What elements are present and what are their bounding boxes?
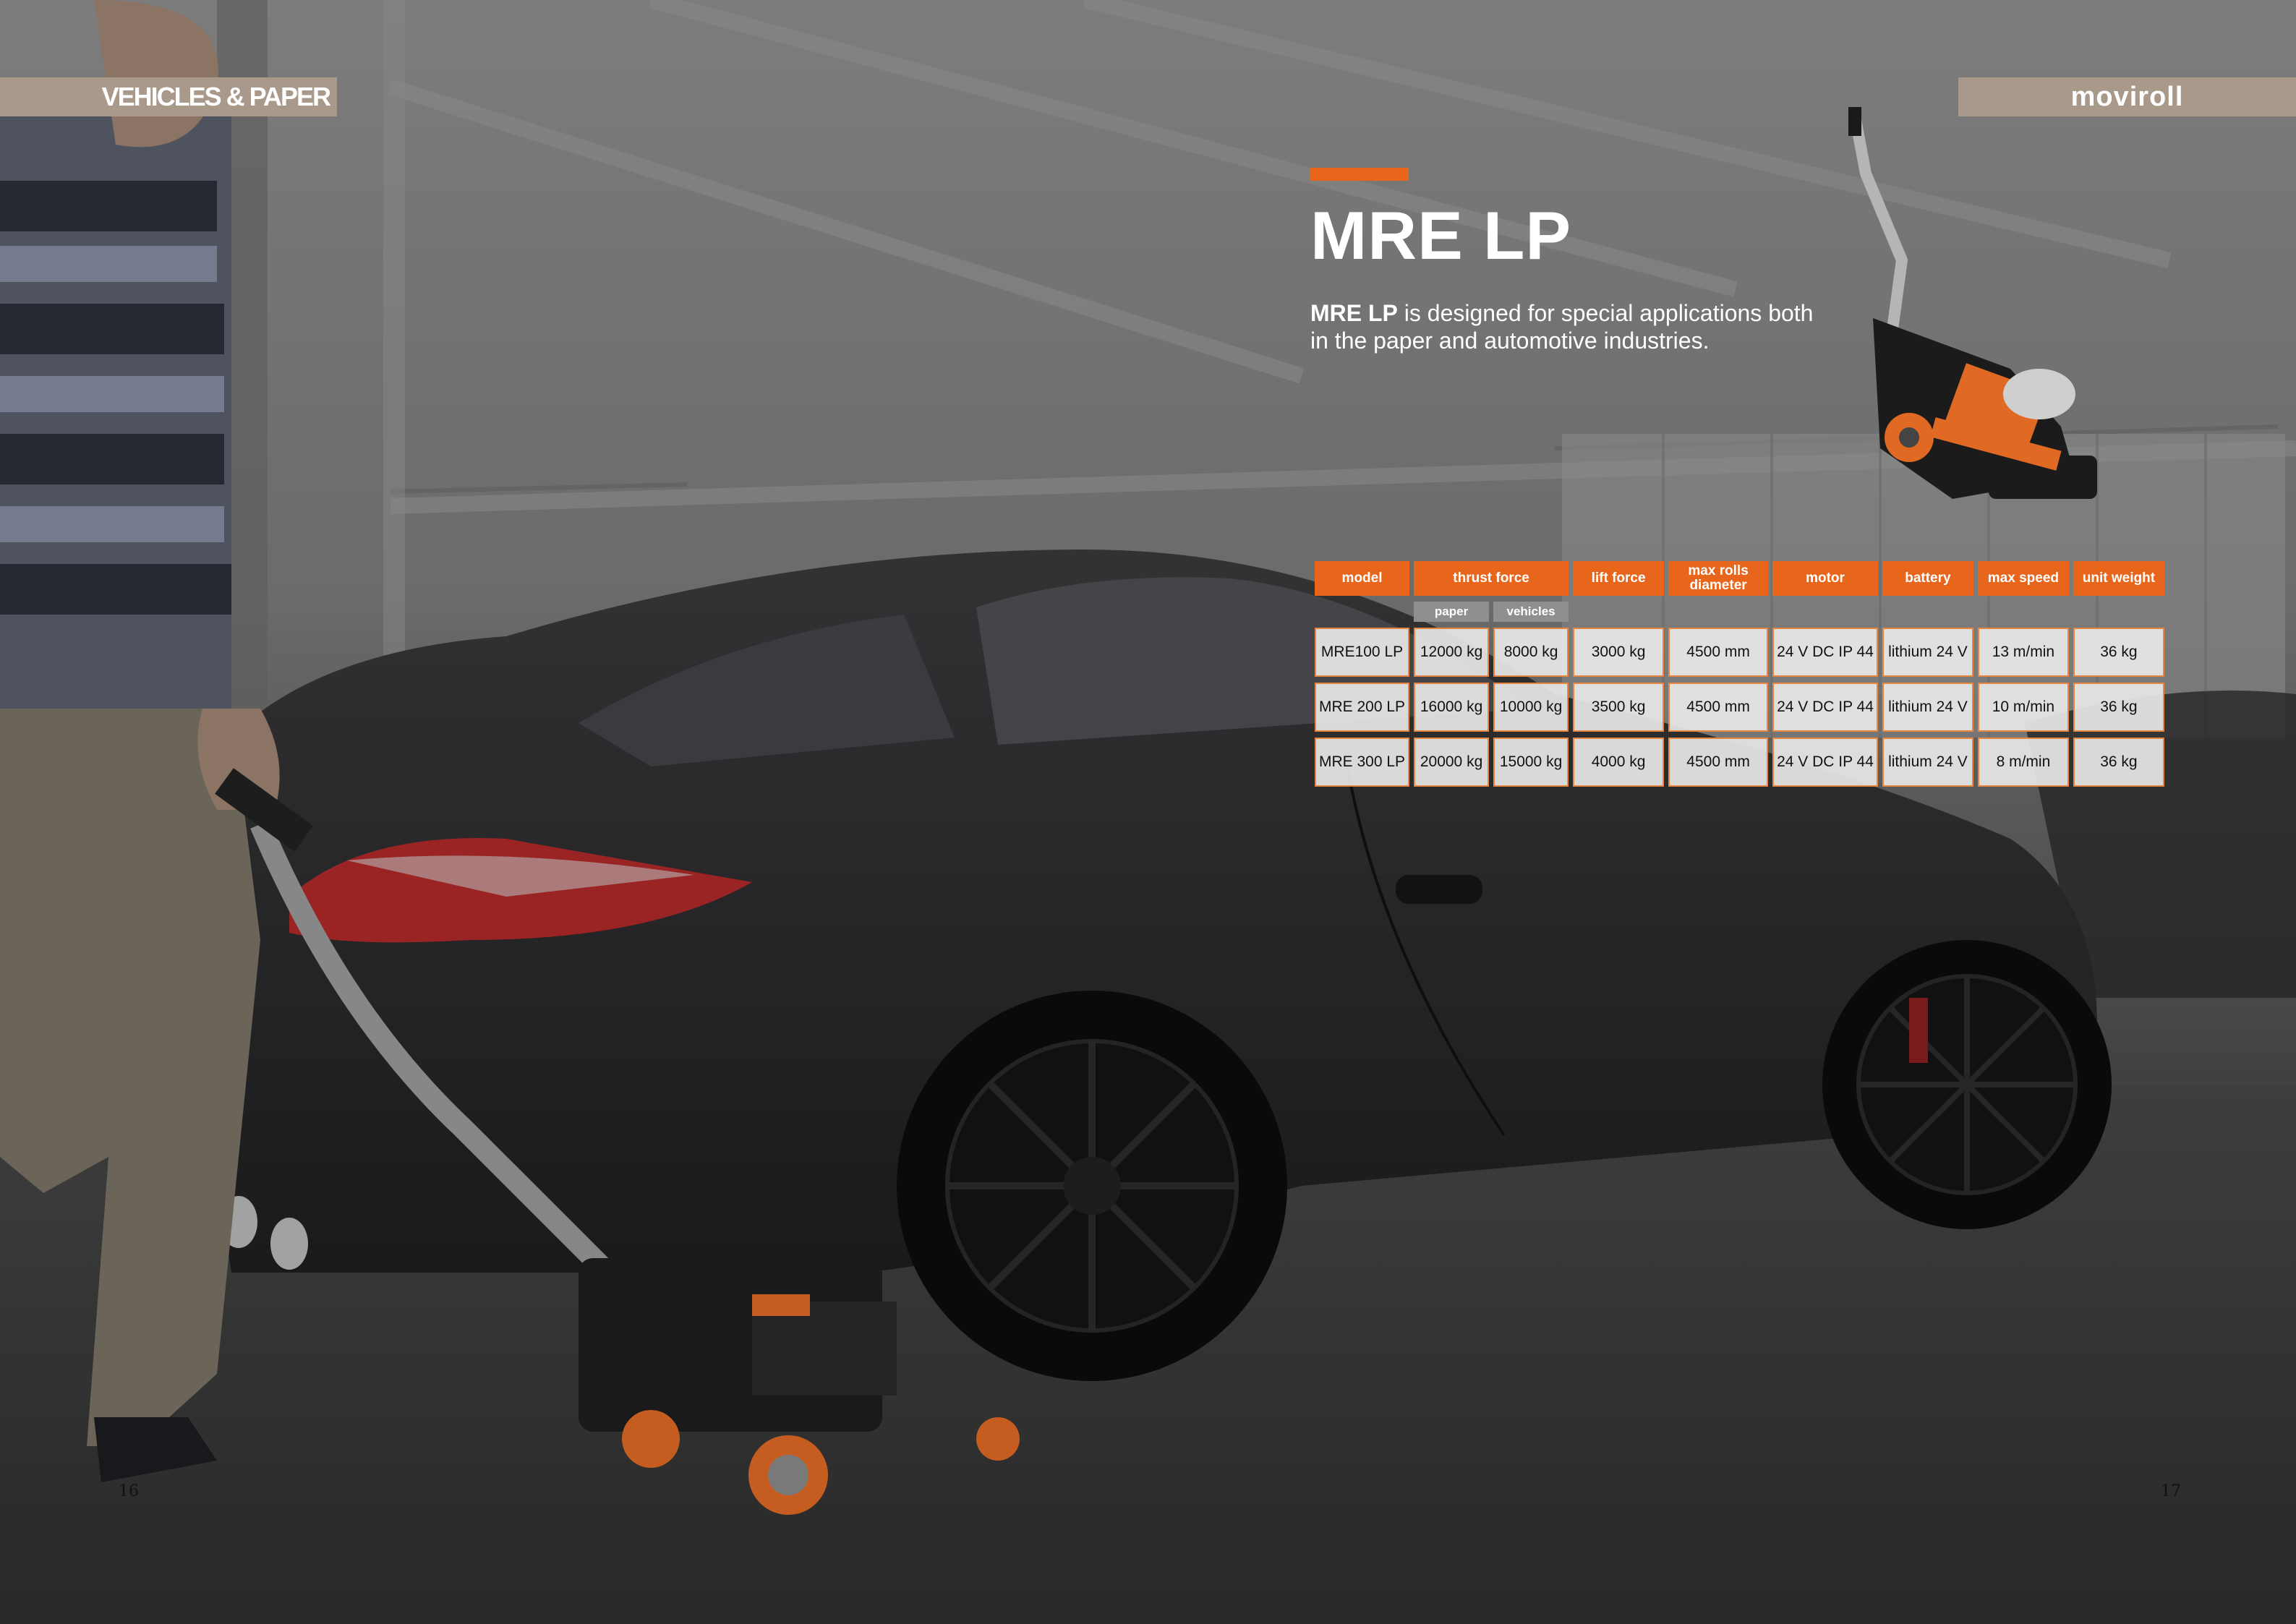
col-header: motor bbox=[1772, 561, 1878, 596]
table-cell: 12000 kg bbox=[1414, 628, 1490, 677]
table-cell: 24 V DC IP 44 bbox=[1772, 683, 1878, 732]
table-cell: 4500 mm bbox=[1668, 738, 1769, 787]
subheader-vehicles: vehicles bbox=[1493, 602, 1569, 622]
product-title: MRE LP bbox=[1310, 197, 1572, 273]
table-cell: 36 kg bbox=[2073, 683, 2164, 732]
table-cell: 24 V DC IP 44 bbox=[1772, 628, 1878, 677]
table-cell: 4000 kg bbox=[1573, 738, 1665, 787]
table-cell: lithium 24 V bbox=[1882, 628, 1973, 677]
table-cell: 3500 kg bbox=[1573, 683, 1665, 732]
col-header: lift force bbox=[1573, 561, 1665, 596]
table-row: MRE100 LP 12000 kg 8000 kg 3000 kg 4500 … bbox=[1315, 628, 2164, 677]
col-header: unit weight bbox=[2073, 561, 2164, 596]
background-photo bbox=[0, 0, 2296, 1624]
title-accent-bar bbox=[1310, 168, 1409, 181]
brand-tag: moviroll bbox=[1958, 77, 2296, 116]
table-cell: 24 V DC IP 44 bbox=[1772, 738, 1878, 787]
table-cell: 10000 kg bbox=[1493, 683, 1569, 732]
table-row: MRE 200 LP 16000 kg 10000 kg 3500 kg 450… bbox=[1315, 683, 2164, 732]
table-cell: 8000 kg bbox=[1493, 628, 1569, 677]
table-cell: lithium 24 V bbox=[1882, 738, 1973, 787]
table-cell: 4500 mm bbox=[1668, 628, 1769, 677]
table-cell: 36 kg bbox=[2073, 628, 2164, 677]
table-header-row: model thrust force lift force max rolls … bbox=[1315, 561, 2164, 596]
intro-bold: MRE LP bbox=[1310, 300, 1398, 326]
col-header: max speed bbox=[1977, 561, 2069, 596]
table-cell: 20000 kg bbox=[1414, 738, 1490, 787]
table-subheader-row: paper vehicles bbox=[1315, 602, 2164, 622]
page-number-right: 17 bbox=[2161, 1482, 2181, 1500]
product-intro: MRE LP is designed for special applicati… bbox=[1310, 299, 1817, 354]
table-cell: MRE 200 LP bbox=[1315, 683, 1410, 732]
col-header: thrust force bbox=[1414, 561, 1569, 596]
col-header: battery bbox=[1882, 561, 1973, 596]
table-cell: 36 kg bbox=[2073, 738, 2164, 787]
section-tag: VEHICLES & PAPER bbox=[0, 77, 337, 116]
table-cell: MRE100 LP bbox=[1315, 628, 1410, 677]
table-row: MRE 300 LP 20000 kg 15000 kg 4000 kg 450… bbox=[1315, 738, 2164, 787]
subheader-paper: paper bbox=[1414, 602, 1490, 622]
table-cell: lithium 24 V bbox=[1882, 683, 1973, 732]
page-number-left: 16 bbox=[119, 1482, 139, 1500]
table-cell: 4500 mm bbox=[1668, 683, 1769, 732]
table-cell: MRE 300 LP bbox=[1315, 738, 1410, 787]
table-cell: 16000 kg bbox=[1414, 683, 1490, 732]
table-cell: 13 m/min bbox=[1977, 628, 2069, 677]
col-header: max rolls diameter bbox=[1668, 561, 1769, 596]
table-cell: 10 m/min bbox=[1977, 683, 2069, 732]
table-cell: 8 m/min bbox=[1977, 738, 2069, 787]
spec-table: model thrust force lift force max rolls … bbox=[1310, 555, 2169, 792]
col-header: model bbox=[1315, 561, 1410, 596]
table-cell: 3000 kg bbox=[1573, 628, 1665, 677]
table-cell: 15000 kg bbox=[1493, 738, 1569, 787]
